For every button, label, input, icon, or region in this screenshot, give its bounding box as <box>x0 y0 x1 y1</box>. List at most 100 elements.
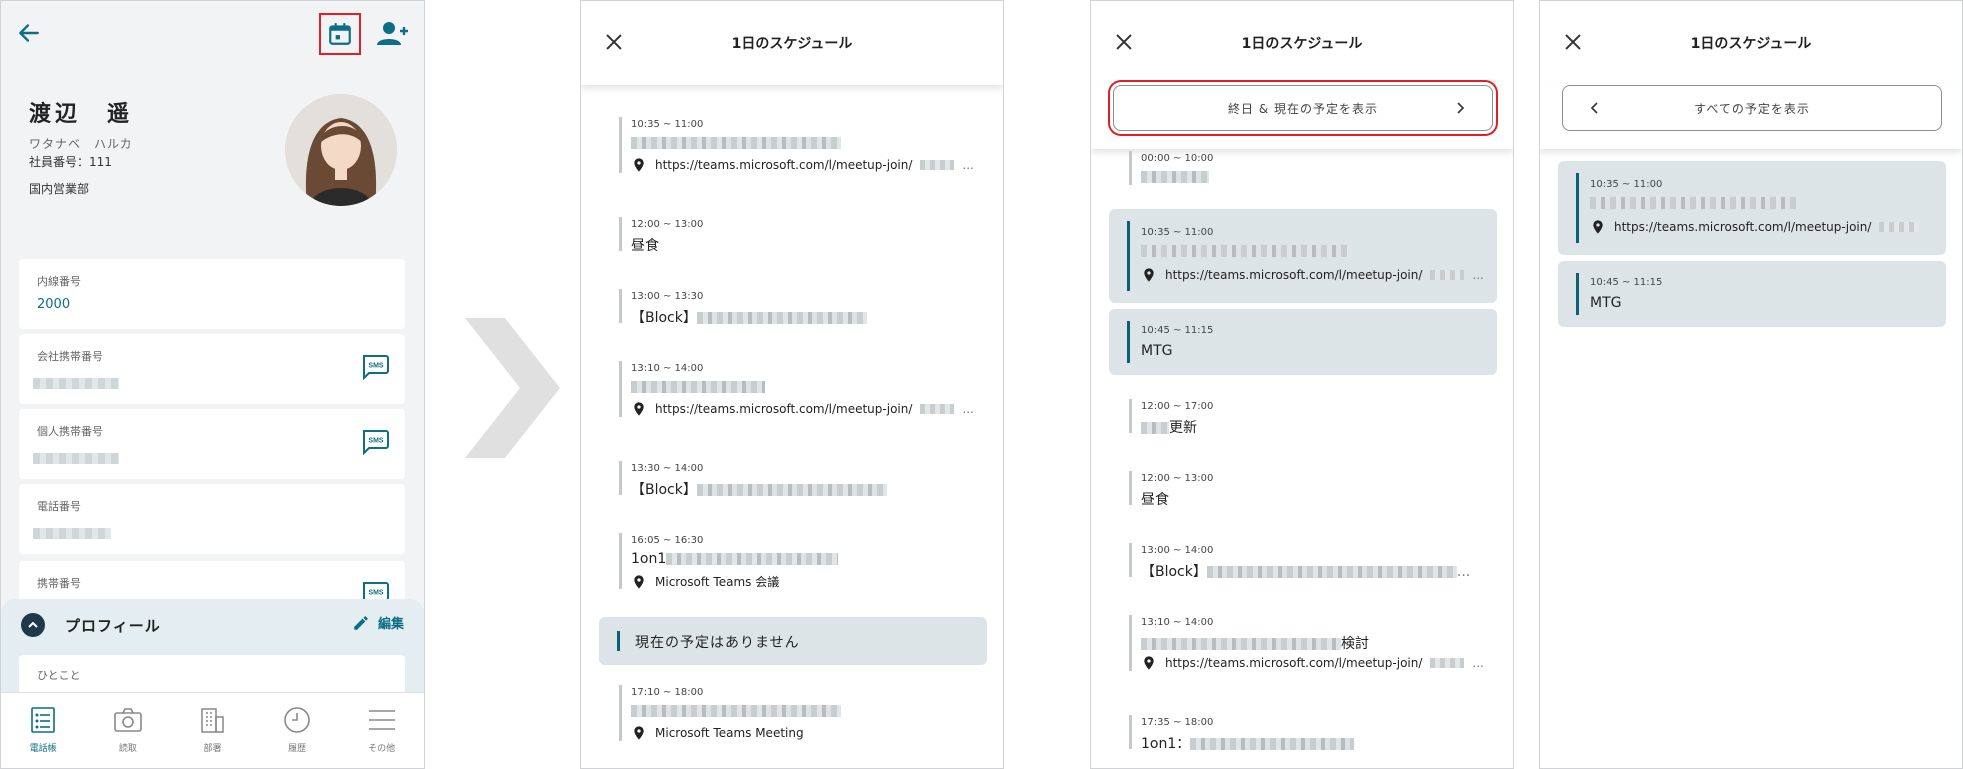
event-location: https://teams.microsoft.com/l/meetup-joi… <box>1141 267 1484 283</box>
event-title: 更新 <box>1141 417 1197 437</box>
no-current-event: 現在の予定はありません <box>599 617 987 665</box>
masked-text <box>1141 422 1169 434</box>
event-title <box>1590 195 1800 211</box>
field-label: 会社携帯番号 <box>37 350 103 363</box>
no-event-text: 現在の予定はありません <box>635 635 800 651</box>
list-item[interactable]: 13:30 ~ 14:00 【Block】 <box>599 449 987 507</box>
nav-item-phonebook[interactable]: 電話帳 <box>1 693 86 768</box>
event-bar <box>619 533 622 589</box>
nav-label: 部署 <box>203 744 222 754</box>
show-all-events-button[interactable]: すべての予定を表示 <box>1562 85 1942 131</box>
event-bar <box>1129 399 1132 433</box>
calendar-icon[interactable] <box>319 13 361 55</box>
location-text: https://teams.microsoft.com/l/meetup-joi… <box>1165 656 1423 670</box>
masked-text <box>631 705 841 717</box>
title-prefix: 【Block】 <box>631 482 697 498</box>
title-prefix: 【Block】 <box>1141 564 1207 580</box>
field-label: 内線番号 <box>37 275 81 288</box>
list-item[interactable]: 13:10 ~ 14:00 検討 https://teams.microsoft… <box>1109 603 1497 683</box>
event-time: 10:35 ~ 11:00 <box>631 119 704 130</box>
event-time: 17:35 ~ 18:00 <box>1141 717 1214 728</box>
list-item[interactable]: 13:10 ~ 14:00 https://teams.microsoft.co… <box>599 349 987 429</box>
edit-button[interactable]: 編集 <box>352 613 404 632</box>
event-bar <box>1127 321 1130 363</box>
masked-text <box>1206 566 1457 578</box>
event-time: 13:10 ~ 14:00 <box>1141 617 1214 628</box>
event-title: 検討 <box>1141 633 1369 653</box>
event-time: 10:45 ~ 11:15 <box>1590 277 1663 288</box>
ellipsis: ... <box>1456 564 1471 580</box>
list-item[interactable]: 16:05 ~ 16:30 1on1 Microsoft Teams 会議 <box>599 521 987 601</box>
list-item[interactable]: 10:35 ~ 11:00 https://teams.microsoft.co… <box>1109 209 1497 303</box>
masked-text <box>666 553 839 565</box>
list-item[interactable]: 10:35 ~ 11:00 https://teams.microsoft.co… <box>599 105 987 185</box>
schedule-header: 1日のスケジュール <box>1091 1 1513 85</box>
masked-text <box>1430 270 1465 280</box>
title-prefix: 1on1： <box>1141 736 1191 752</box>
location-pin-icon <box>631 725 647 741</box>
add-user-icon[interactable] <box>375 17 411 49</box>
masked-text <box>1430 658 1465 668</box>
masked-text <box>920 160 955 170</box>
location-text: Microsoft Teams Meeting <box>655 726 804 740</box>
list-item[interactable]: 10:45 ~ 11:15 MTG <box>1558 261 1946 327</box>
extension-value: 2000 <box>37 297 71 312</box>
event-location: Microsoft Teams 会議 <box>631 573 779 590</box>
event-time: 12:00 ~ 13:00 <box>1141 473 1214 484</box>
employee-number: 社員番号：111 <box>29 155 112 169</box>
hitokoto-card[interactable]: ひとこと <box>19 655 405 695</box>
field-label: 電話番号 <box>37 500 81 513</box>
department: 国内営業部 <box>29 182 90 196</box>
nav-label: その他 <box>368 744 396 754</box>
event-time: 13:10 ~ 14:00 <box>631 363 704 374</box>
ellipsis: ... <box>1472 656 1484 670</box>
event-title: 昼食 <box>631 238 659 254</box>
field-label: ひとこと <box>37 669 81 682</box>
list-item[interactable]: 17:10 ~ 18:00 Microsoft Teams Meeting <box>599 673 987 753</box>
chevron-up-icon[interactable] <box>21 613 45 637</box>
masked-text <box>1141 245 1351 257</box>
event-bar <box>619 217 622 251</box>
nav-label: 履歴 <box>288 744 307 754</box>
sms-icon[interactable]: SMS <box>361 429 389 455</box>
nav-item-scan[interactable]: 読取 <box>86 693 171 768</box>
extension-card[interactable]: 内線番号 2000 <box>19 259 405 329</box>
profile-sheet: プロフィール 編集 ひとこと <box>1 599 424 695</box>
masked-value <box>33 453 119 464</box>
nav-label: 電話帳 <box>29 744 57 754</box>
phone-card[interactable]: 電話番号 <box>19 484 405 554</box>
chevron-right-icon <box>1457 102 1465 114</box>
event-location: https://teams.microsoft.com/l/meetup-joi… <box>631 157 974 173</box>
event-time: 17:10 ~ 18:00 <box>631 687 704 698</box>
list-item[interactable]: 13:00 ~ 13:30 【Block】 <box>599 277 987 335</box>
schedule-screen-current: 1日のスケジュール すべての予定を表示 10:35 ~ 11:00 https:… <box>1539 0 1963 769</box>
list-item[interactable]: 17:35 ~ 18:00 1on1： <box>1109 703 1497 761</box>
location-pin-icon <box>631 401 647 417</box>
list-item[interactable]: 12:00 ~ 17:00 更新 <box>1109 387 1497 445</box>
nav-item-other[interactable]: その他 <box>339 693 424 768</box>
back-arrow-icon[interactable] <box>13 17 45 49</box>
nav-item-department[interactable]: 部署 <box>170 693 255 768</box>
edit-label: 編集 <box>377 617 404 632</box>
sms-icon[interactable]: SMS <box>361 354 389 380</box>
list-item[interactable]: 10:45 ~ 11:15 MTG <box>1109 309 1497 375</box>
personal-mobile-card[interactable]: 個人携帯番号 SMS <box>19 409 405 479</box>
nav-item-history[interactable]: 履歴 <box>255 693 340 768</box>
list-item[interactable]: 10:35 ~ 11:00 https://teams.microsoft.co… <box>1558 161 1946 255</box>
list-item[interactable]: 12:00 ~ 13:00 昼食 <box>599 205 987 263</box>
company-mobile-card[interactable]: 会社携帯番号 SMS <box>19 334 405 404</box>
masked-text <box>1141 171 1209 183</box>
page-title: 1日のスケジュール <box>1690 36 1812 52</box>
list-item[interactable]: 12:00 ~ 13:00 昼食 <box>1109 459 1497 517</box>
event-time: 10:35 ~ 11:00 <box>1590 179 1663 190</box>
show-current-events-button[interactable]: 終日 & 現在の予定を表示 <box>1113 85 1493 131</box>
list-item[interactable]: 13:00 ~ 14:00 【Block】... <box>1109 531 1497 589</box>
masked-value <box>33 528 111 539</box>
event-bar <box>619 361 622 417</box>
list-item[interactable]: 00:00 ~ 10:00 <box>1109 145 1497 197</box>
event-time: 12:00 ~ 17:00 <box>1141 401 1214 412</box>
clock-icon <box>282 705 312 735</box>
masked-text <box>1879 222 1920 232</box>
event-time: 10:35 ~ 11:00 <box>1141 227 1214 238</box>
title-prefix: 1on1 <box>631 551 667 567</box>
